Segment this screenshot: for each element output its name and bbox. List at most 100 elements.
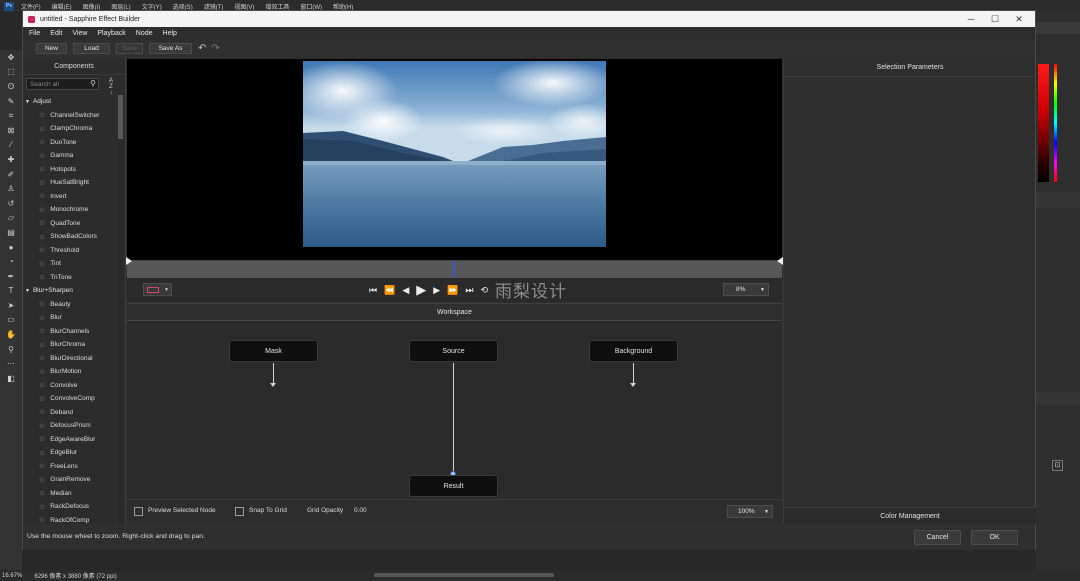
favorite-star-icon[interactable]: ☆ [39, 435, 45, 443]
node-source[interactable]: Source [409, 340, 498, 362]
components-scrollbar[interactable] [118, 93, 123, 535]
load-button[interactable]: Load [73, 43, 110, 54]
horizontal-scrollbar[interactable] [374, 573, 554, 577]
viewer-zoom-select[interactable]: 8% ▼ [723, 283, 769, 296]
favorite-star-icon[interactable]: ☆ [39, 233, 45, 241]
component-item[interactable]: ☆ Beauty [23, 298, 118, 312]
stamp-tool-icon[interactable]: ♙ [0, 181, 22, 196]
lock-icon[interactable]: ⊡ [1052, 460, 1063, 471]
favorite-star-icon[interactable]: ☆ [39, 300, 45, 308]
component-item[interactable]: ☆ Convolve [23, 379, 118, 393]
favorite-star-icon[interactable]: ☆ [39, 422, 45, 430]
blur-tool-icon[interactable]: ● [0, 240, 22, 255]
favorite-star-icon[interactable]: ☆ [39, 462, 45, 470]
view-channel-dropdown[interactable]: ▼ [143, 283, 172, 296]
workspace-zoom-select[interactable]: 100% ▼ [727, 505, 773, 518]
color-management-button[interactable]: Color Management [784, 507, 1036, 524]
brush-tool-icon[interactable]: ✐ [0, 167, 22, 182]
frame-tool-icon[interactable]: ⊠ [0, 123, 22, 138]
favorite-star-icon[interactable]: ☆ [39, 152, 45, 160]
eraser-tool-icon[interactable]: ▱ [0, 211, 22, 226]
component-item[interactable]: ☆ ClampChroma [23, 122, 118, 136]
component-item[interactable]: ☆ ShowBadColors [23, 230, 118, 244]
component-item[interactable]: ☆ Invert [23, 190, 118, 204]
window-titlebar[interactable]: untitled - Sapphire Effect Builder ─ ☐ ✕ [23, 11, 1035, 27]
component-item[interactable]: ☆ GrainRemove [23, 473, 118, 487]
favorite-star-icon[interactable]: ☆ [39, 395, 45, 403]
lasso-tool-icon[interactable]: ʘ [0, 79, 22, 94]
save-as-button[interactable]: Save As [149, 43, 192, 54]
quick-select-tool-icon[interactable]: ✎ [0, 94, 22, 109]
preview-viewer[interactable] [127, 59, 782, 260]
favorite-star-icon[interactable]: ☆ [39, 381, 45, 389]
favorite-star-icon[interactable]: ☆ [39, 125, 45, 133]
history-brush-tool-icon[interactable]: ↺ [0, 196, 22, 211]
play-icon[interactable]: ▶ [416, 282, 426, 298]
favorite-star-icon[interactable]: ☆ [39, 503, 45, 511]
menu-playback[interactable]: Playback [97, 30, 125, 37]
color-spectrum[interactable] [1038, 64, 1049, 182]
favorite-star-icon[interactable]: ☆ [39, 179, 45, 187]
sort-az-icon[interactable]: A Z ↓ [105, 78, 117, 96]
workspace-panel[interactable]: Workspace Mask Source Background Result [127, 303, 782, 499]
save-button[interactable]: Save [116, 43, 143, 54]
rewind-icon[interactable]: ⏪ [384, 285, 395, 296]
move-tool-icon[interactable]: ✥ [0, 50, 22, 65]
node-mask[interactable]: Mask [229, 340, 318, 362]
component-item[interactable]: ☆ Gamma [23, 149, 118, 163]
expand-caret-icon[interactable]: ▼ [25, 288, 30, 294]
component-item[interactable]: ☆ DefocusPrism [23, 419, 118, 433]
favorite-star-icon[interactable]: ☆ [39, 192, 45, 200]
redo-icon[interactable]: ↷ [211, 43, 219, 54]
favorite-star-icon[interactable]: ☆ [39, 341, 45, 349]
ok-button[interactable]: OK [971, 530, 1018, 545]
menu-file[interactable]: File [29, 30, 40, 37]
favorite-star-icon[interactable]: ☆ [39, 354, 45, 362]
component-group[interactable]: ▼ Adjust [23, 95, 118, 109]
component-item[interactable]: ☆ QuadTone [23, 217, 118, 231]
component-item[interactable]: ☆ ConvolveComp [23, 392, 118, 406]
favorite-star-icon[interactable]: ☆ [39, 273, 45, 281]
expand-caret-icon[interactable]: ▼ [25, 99, 30, 105]
fast-forward-icon[interactable]: ⏩ [447, 285, 458, 296]
component-item[interactable]: ☆ BlurChannels [23, 325, 118, 339]
component-item[interactable]: ☆ Median [23, 487, 118, 501]
preview-selected-checkbox[interactable] [134, 507, 143, 516]
close-button[interactable]: ✕ [1007, 14, 1031, 25]
search-icon[interactable]: ⚲ [90, 79, 96, 88]
component-item[interactable]: ☆ BlurMotion [23, 365, 118, 379]
timeline-scrubber[interactable] [126, 257, 783, 278]
node-result[interactable]: Result [409, 475, 498, 497]
component-item[interactable]: ☆ Deband [23, 406, 118, 420]
playhead[interactable] [453, 261, 455, 277]
component-item[interactable]: ☆ TriTone [23, 271, 118, 285]
node-background[interactable]: Background [589, 340, 678, 362]
component-item[interactable]: ☆ RackDefocus [23, 500, 118, 514]
hand-tool-icon[interactable]: ✋ [0, 327, 22, 342]
more-tools-icon[interactable]: ⋯ [0, 356, 22, 371]
zoom-tool-icon[interactable]: ⚲ [0, 342, 22, 357]
component-item[interactable]: ☆ Blur [23, 311, 118, 325]
marquee-tool-icon[interactable]: ⬚ [0, 65, 22, 80]
favorite-star-icon[interactable]: ☆ [39, 138, 45, 146]
shape-tool-icon[interactable]: ▭ [0, 313, 22, 328]
favorite-star-icon[interactable]: ☆ [39, 489, 45, 497]
component-item[interactable]: ☆ BlurChroma [23, 338, 118, 352]
go-to-end-icon[interactable]: ⏭ [465, 285, 473, 296]
component-item[interactable]: ☆ Tint [23, 257, 118, 271]
menu-view[interactable]: View [72, 30, 87, 37]
eyedropper-tool-icon[interactable]: ⁄ [0, 138, 22, 153]
dodge-tool-icon[interactable]: ◔ [0, 254, 22, 269]
minimize-button[interactable]: ─ [959, 14, 983, 24]
favorite-star-icon[interactable]: ☆ [39, 476, 45, 484]
favorite-star-icon[interactable]: ☆ [39, 327, 45, 335]
favorite-star-icon[interactable]: ☆ [39, 246, 45, 254]
cancel-button[interactable]: Cancel [914, 530, 961, 545]
component-item[interactable]: ☆ Monochrome [23, 203, 118, 217]
component-group[interactable]: ▼ Blur+Sharpen [23, 284, 118, 298]
in-point-marker[interactable] [126, 257, 132, 265]
favorite-star-icon[interactable]: ☆ [39, 449, 45, 457]
healing-tool-icon[interactable]: ✚ [0, 152, 22, 167]
component-item[interactable]: ☆ EdgeAwareBlur [23, 433, 118, 447]
menu-edit[interactable]: Edit [50, 30, 62, 37]
